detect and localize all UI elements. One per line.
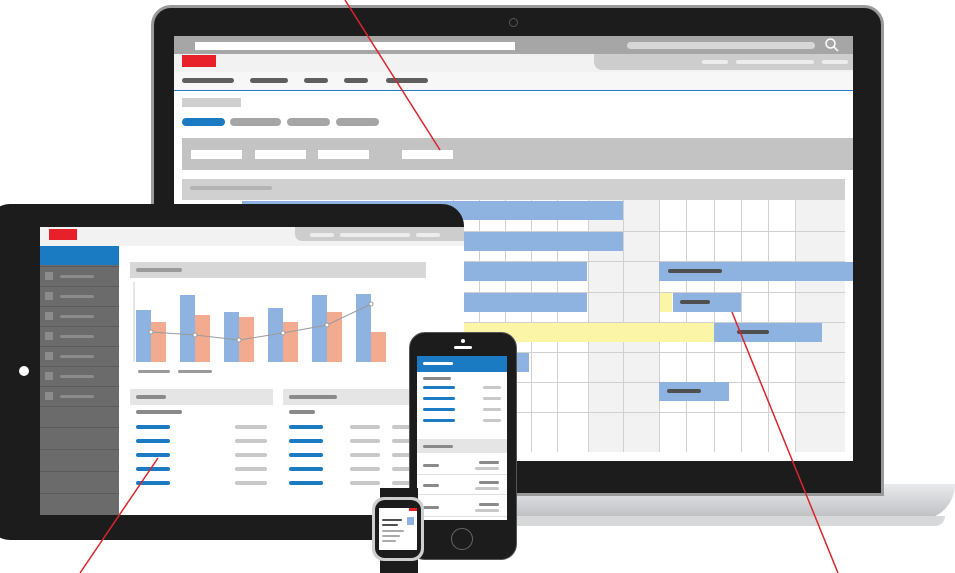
callout-lines (79, 0, 839, 573)
callout-line (731, 311, 839, 573)
callout-line (344, 0, 441, 151)
callout-line (79, 457, 159, 573)
